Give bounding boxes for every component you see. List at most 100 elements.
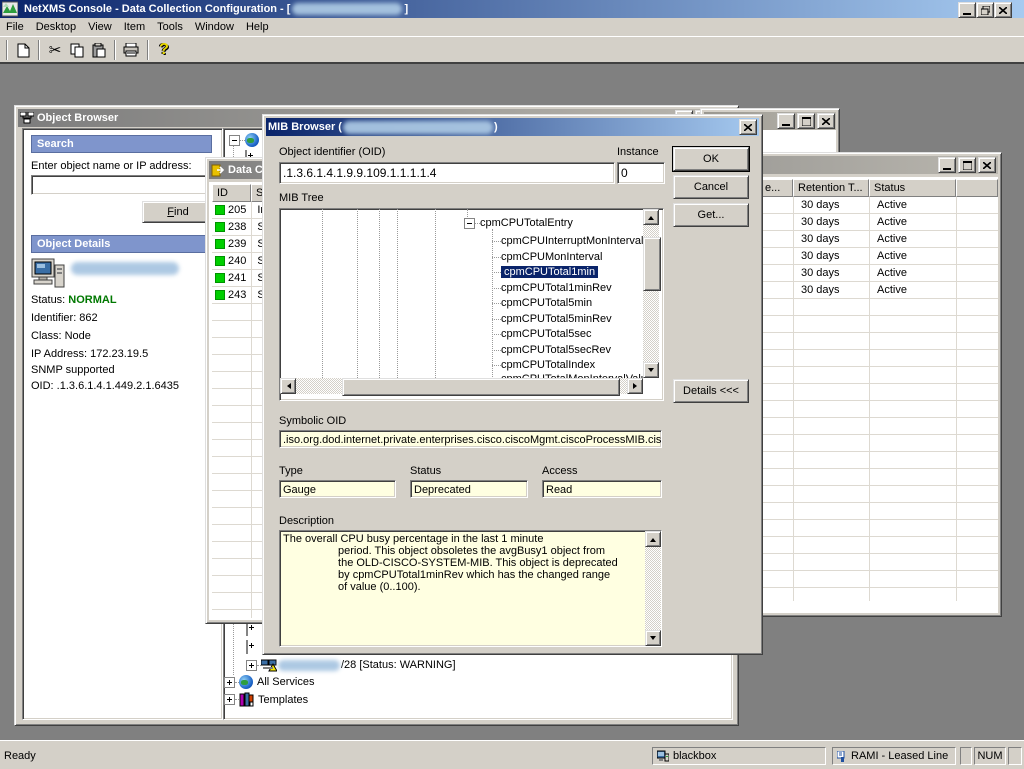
expand-icon[interactable] — [224, 677, 235, 688]
tree-expand-row[interactable] — [246, 641, 248, 653]
mib-node-label: cpmCPUTotal1min — [501, 266, 598, 278]
scroll-thumb[interactable] — [342, 378, 620, 396]
table-row[interactable]: 30 days — [801, 284, 840, 296]
scroll-up-button[interactable] — [643, 209, 659, 225]
expand-icon[interactable] — [246, 660, 257, 671]
menu-tools[interactable]: Tools — [151, 19, 189, 35]
expand-icon[interactable] — [224, 694, 235, 705]
main-titlebar: NetXMS Console - Data Collection Configu… — [0, 0, 1024, 18]
table-row[interactable]: 30 days — [801, 267, 840, 279]
table-row[interactable]: 30 days — [801, 199, 840, 211]
status-led-icon — [215, 273, 225, 283]
menu-file[interactable]: File — [0, 19, 30, 35]
tree-row-all-services[interactable]: All Services — [224, 675, 314, 689]
column-header-retention[interactable]: Retention T... — [793, 179, 869, 197]
bw-maximize-button[interactable] — [797, 113, 815, 129]
dci-row[interactable]: 238S — [215, 221, 265, 233]
table-row[interactable]: 30 days — [801, 250, 840, 262]
scroll-right-button[interactable] — [627, 378, 643, 394]
copy-button[interactable] — [66, 39, 88, 61]
scroll-down-button[interactable] — [643, 362, 659, 378]
menu-window[interactable]: Window — [189, 19, 240, 35]
dci-row[interactable]: 205In — [215, 204, 267, 216]
cut-button[interactable]: ✂ — [44, 39, 66, 61]
mib-tree-item[interactable]: cpmCPUTotalIndex — [492, 359, 595, 371]
type-label: Type — [279, 465, 303, 477]
dci-row[interactable]: 243S — [215, 289, 265, 301]
close-button[interactable] — [994, 2, 1012, 18]
mib-tree-item[interactable]: cpmCPUTotal5min — [492, 297, 592, 309]
status-value: NORMAL — [68, 294, 116, 306]
search-input[interactable] — [31, 175, 214, 195]
cancel-button[interactable]: Cancel — [673, 175, 749, 199]
subnet-warning-icon — [261, 658, 277, 672]
dci-row[interactable]: 239S — [215, 238, 265, 250]
scroll-up-button[interactable] — [645, 531, 661, 547]
help-icon: ? — [159, 41, 169, 59]
menu-item[interactable]: Item — [118, 19, 151, 35]
access-label: Access — [542, 465, 577, 477]
dci-row[interactable]: 241S — [215, 272, 265, 284]
mib-tree-item[interactable]: cpmCPUTotal1minRev — [492, 282, 612, 294]
menu-help[interactable]: Help — [240, 19, 275, 35]
bw-minimize-button[interactable] — [777, 113, 795, 129]
table-row[interactable]: 30 days — [801, 216, 840, 228]
mib-tree-item-selected[interactable]: cpmCPUTotal1min — [492, 266, 598, 278]
mib-tree-item[interactable]: cpmCPUTotal5sec — [492, 328, 591, 340]
mib-tree-parent[interactable]: cpmCPUTotalEntry — [464, 217, 573, 229]
tree-expand-row[interactable] — [246, 623, 248, 635]
templates-label: Templates — [258, 694, 308, 706]
minimize-button[interactable] — [958, 2, 976, 18]
find-button[interactable]: Find — [142, 201, 214, 223]
menu-view[interactable]: View — [82, 19, 118, 35]
instance-label: Instance — [617, 146, 659, 158]
new-document-button[interactable] — [12, 39, 35, 61]
oid-input[interactable] — [279, 162, 615, 184]
dci-row[interactable]: 240S — [215, 255, 265, 267]
instance-input[interactable] — [617, 162, 665, 184]
mib-tree-vscrollbar[interactable] — [643, 209, 659, 378]
tree-row-subnet-warning[interactable]: /28 [Status: WARNING] — [246, 658, 456, 672]
rt-minimize-button[interactable] — [938, 157, 956, 173]
column-header-status[interactable]: Status — [869, 179, 956, 197]
column-header-id[interactable]: ID — [212, 184, 251, 202]
mib-node-label: cpmCPUTotal5secRev — [501, 344, 611, 356]
bw-close-button[interactable] — [817, 113, 835, 129]
mib-browser-titlebar: MIB Browser ( ) — [266, 118, 759, 136]
mib-close-button[interactable] — [739, 119, 757, 135]
get-button[interactable]: Get... — [673, 203, 749, 227]
mib-browser-title: MIB Browser ( — [268, 121, 342, 133]
mib-tree-item[interactable]: cpmCPUTotal5secRev — [492, 344, 611, 356]
mib-tree-item[interactable]: cpmCPUTotal5minRev — [492, 313, 612, 325]
mib-tree-hscrollbar[interactable] — [280, 378, 643, 394]
restore-button[interactable] — [976, 2, 994, 18]
menu-desktop[interactable]: Desktop — [30, 19, 82, 35]
tree-row-templates[interactable]: Templates — [224, 692, 308, 707]
scroll-down-button[interactable] — [645, 630, 661, 646]
connection-icon — [837, 751, 848, 762]
mib-tree-item[interactable]: cpmCPUMonInterval — [492, 251, 602, 263]
help-button[interactable]: ? — [153, 39, 175, 61]
print-button[interactable] — [120, 39, 142, 61]
node-oid: OID: .1.3.6.1.4.1.449.2.1.6435 — [31, 380, 179, 392]
redacted-node-name — [343, 121, 493, 134]
collapse-icon[interactable] — [464, 218, 475, 229]
mib-tree-item[interactable]: cpmCPUInterruptMonIntervalV — [492, 235, 643, 247]
server-icon — [657, 750, 669, 762]
paste-button[interactable] — [88, 39, 110, 61]
table-row[interactable]: 30 days — [801, 233, 840, 245]
scroll-thumb[interactable] — [643, 237, 661, 291]
details-button[interactable]: Details <<< — [673, 379, 749, 403]
ok-button[interactable]: OK — [673, 147, 749, 171]
rt-maximize-button[interactable] — [958, 157, 976, 173]
table-cell: Active — [877, 284, 907, 296]
subnet-warning-label: /28 [Status: WARNING] — [341, 659, 456, 671]
scroll-left-button[interactable] — [280, 378, 296, 394]
collapse-icon[interactable] — [229, 135, 240, 146]
tree-root-row[interactable] — [229, 133, 259, 147]
menubar: File Desktop View Item Tools Window Help — [0, 18, 1024, 36]
network-globe-icon — [245, 133, 259, 147]
description-text: The overall CPU busy percentage in the l… — [280, 531, 640, 595]
rt-close-button[interactable] — [978, 157, 996, 173]
description-vscrollbar[interactable] — [645, 531, 661, 646]
